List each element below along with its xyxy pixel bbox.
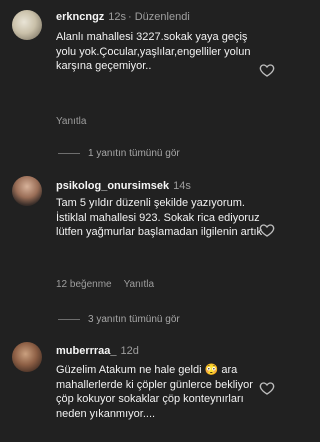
reply-button[interactable]: Yanıtla <box>56 116 86 127</box>
divider-line <box>58 153 80 154</box>
username[interactable]: muberrraa_ <box>56 345 117 357</box>
heart-icon[interactable] <box>259 380 275 396</box>
timestamp: 12s <box>108 11 127 23</box>
view-replies-label: 1 yanıtın tümünü gör <box>88 148 180 159</box>
heart-icon[interactable] <box>259 222 275 238</box>
username[interactable]: psikolog_onursimsek <box>56 180 169 192</box>
comment-header: erkncngz 12s · Düzenlendi <box>56 11 190 23</box>
view-replies-button[interactable]: 3 yanıtın tümünü gör <box>58 314 180 325</box>
timestamp: 14s <box>173 180 191 192</box>
comment-text: Tam 5 yıldır düzenli şekilde yazıyorum. … <box>56 197 263 238</box>
comment-actions: Yanıtla <box>56 116 86 127</box>
separator-dot: · <box>128 11 132 23</box>
avatar[interactable] <box>12 342 42 372</box>
heart-icon[interactable] <box>259 62 275 78</box>
view-replies-label: 3 yanıtın tümünü gör <box>88 314 180 325</box>
comment-text: Güzelim Atakum ne hale geldi 😳 ara mahal… <box>56 364 253 420</box>
edited-label: Düzenlendi <box>134 11 190 23</box>
comment-actions: 12 beğenme Yanıtla <box>56 279 154 290</box>
likes-count[interactable]: 12 beğenme <box>56 279 112 290</box>
timestamp: 12d <box>120 345 139 357</box>
reply-button[interactable]: Yanıtla <box>124 279 154 290</box>
comment-text: Alanlı mahallesi 3227.sokak yaya geçiş y… <box>56 31 251 72</box>
view-replies-button[interactable]: 1 yanıtın tümünü gör <box>58 148 180 159</box>
avatar[interactable] <box>12 10 42 40</box>
comment-header: muberrraa_ 12d <box>56 345 139 357</box>
username[interactable]: erkncngz <box>56 11 104 23</box>
avatar[interactable] <box>12 176 42 206</box>
divider-line <box>58 319 80 320</box>
comment-header: psikolog_onursimsek 14s <box>56 180 191 192</box>
